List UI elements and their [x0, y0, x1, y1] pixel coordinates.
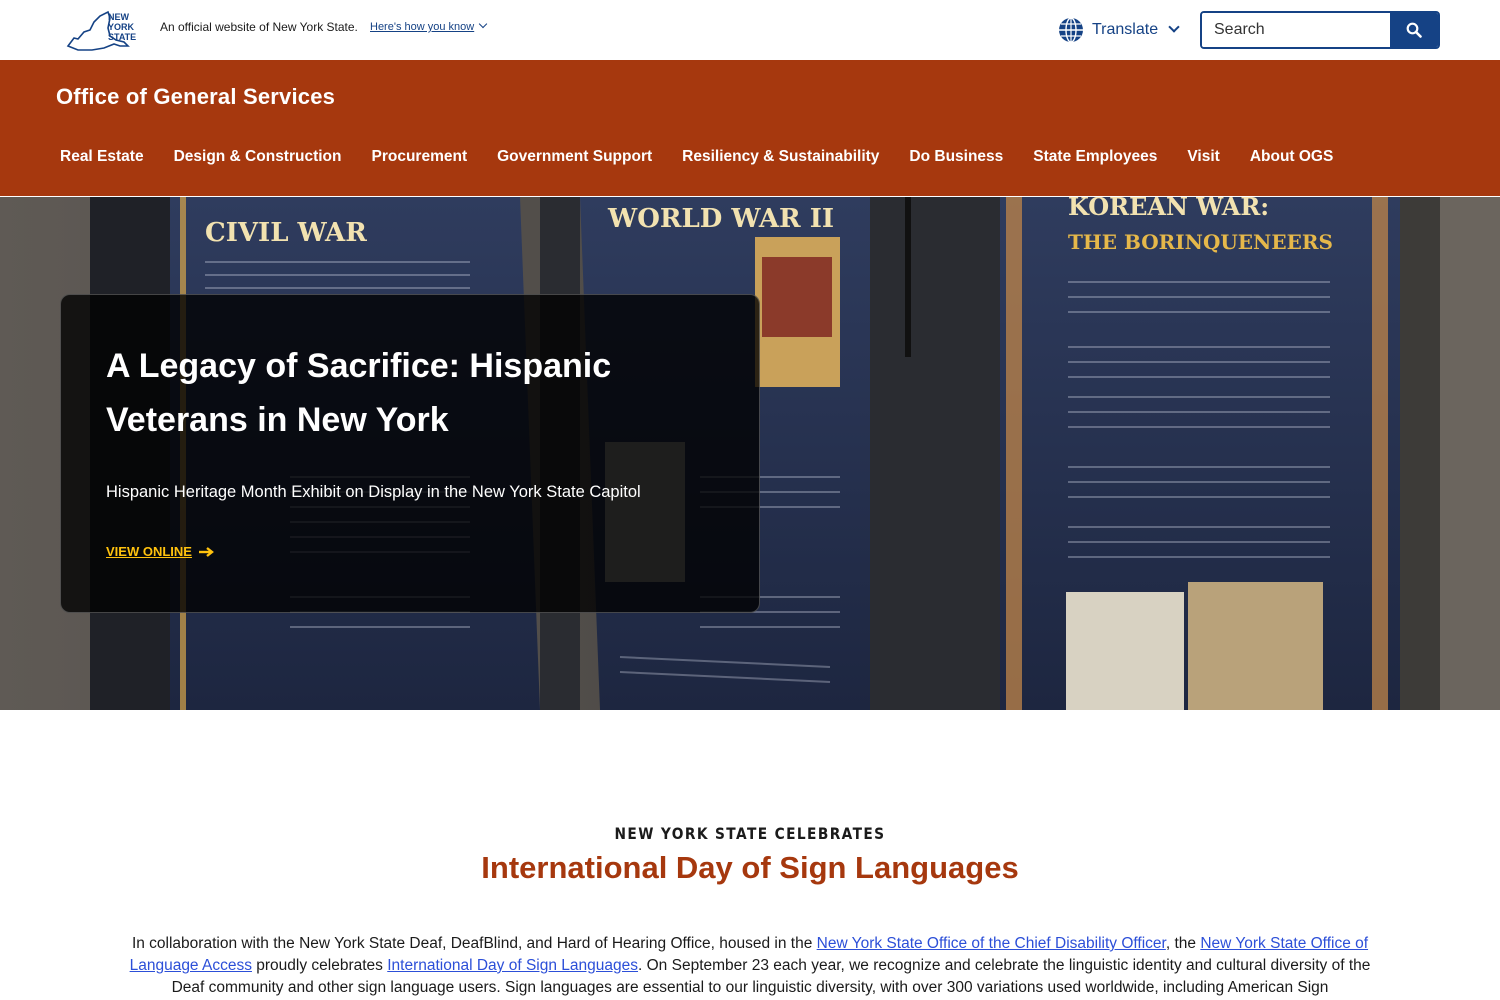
arrow-right-icon: [198, 546, 214, 557]
photo-text-borinqueneers: THE BORINQUENEERS: [1068, 230, 1333, 254]
universal-header: NEW YORK STATE An official website of Ne…: [0, 0, 1500, 60]
section-body: In collaboration with the New York State…: [118, 933, 1382, 999]
nys-map-logo-icon[interactable]: NEW YORK STATE: [64, 6, 144, 54]
body-text-1: In collaboration with the New York State…: [131, 935, 817, 952]
translate-label: Translate: [1092, 21, 1159, 38]
search-input[interactable]: [1202, 13, 1390, 47]
photo-text-civil-war: CIVIL WAR: [205, 218, 367, 248]
photo-text-world-war-ii: WORLD WAR II: [607, 204, 834, 234]
body-text-3: proudly celebrates: [251, 957, 388, 974]
search-button[interactable]: [1390, 13, 1438, 47]
nav-about-ogs[interactable]: About OGS: [1250, 148, 1334, 166]
nav-resiliency-sustainability[interactable]: Resiliency & Sustainability: [682, 148, 879, 166]
chevron-down-icon: [478, 19, 488, 29]
photo-text-korean-war: KOREAN WAR:: [1068, 197, 1269, 221]
nav-do-business[interactable]: Do Business: [909, 148, 1003, 166]
search-form: [1200, 11, 1440, 49]
body-text-2: , the: [1165, 935, 1201, 952]
view-online-link[interactable]: VIEW ONLINE: [106, 544, 214, 559]
globe-icon: [1059, 17, 1083, 43]
hero-title: A Legacy of Sacrifice: Hispanic Veterans…: [106, 347, 612, 439]
nav-visit[interactable]: Visit: [1187, 148, 1219, 166]
how-you-know-toggle[interactable]: Here's how you know: [370, 19, 488, 33]
main-nav: Real Estate Design & Construction Procur…: [60, 148, 1363, 166]
link-chief-disability-officer[interactable]: New York State Office of the Chief Disab…: [817, 935, 1166, 952]
how-you-know-label: Here's how you know: [370, 21, 475, 33]
nav-design-construction[interactable]: Design & Construction: [174, 148, 342, 166]
chevron-down-icon: [1168, 21, 1180, 33]
link-day-of-sign-languages[interactable]: International Day of Sign Languages: [387, 957, 638, 974]
hero-banner: CIVIL WAR WORLD WAR II KOREAN WAR: THE B…: [0, 197, 1500, 710]
nav-government-support[interactable]: Government Support: [497, 148, 652, 166]
svg-text:YORK: YORK: [108, 22, 135, 32]
translate-button[interactable]: Translate: [1058, 16, 1180, 44]
view-online-label: VIEW ONLINE: [106, 544, 192, 559]
svg-text:STATE: STATE: [108, 32, 136, 42]
logo-text: NEW: [108, 12, 130, 22]
nav-procurement[interactable]: Procurement: [372, 148, 468, 166]
official-site-text: An official website of New York State.: [160, 20, 358, 34]
hero-card: A Legacy of Sacrifice: Hispanic Veterans…: [60, 294, 760, 613]
agency-title[interactable]: Office of General Services: [56, 84, 335, 110]
nav-real-estate[interactable]: Real Estate: [60, 148, 144, 166]
search-icon: [1406, 22, 1422, 38]
section-title: International Day of Sign Languages: [481, 850, 1019, 885]
nav-state-employees[interactable]: State Employees: [1033, 148, 1157, 166]
hero-subtitle: Hispanic Heritage Month Exhibit on Displ…: [106, 483, 641, 501]
agency-header: Office of General Services Real Estate D…: [0, 60, 1500, 196]
section-eyebrow: NEW YORK STATE CELEBRATES: [614, 824, 886, 843]
